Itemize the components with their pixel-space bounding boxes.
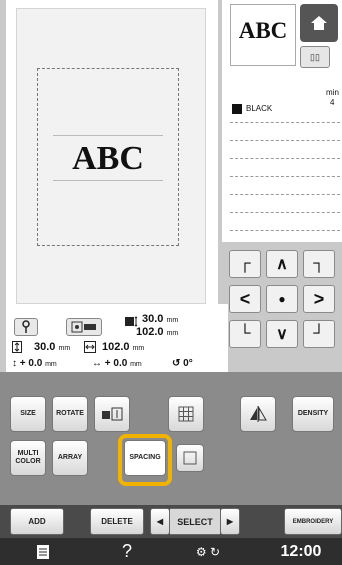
start-point-button[interactable] <box>66 318 102 336</box>
multi-color-button[interactable]: MULTI COLOR <box>10 440 46 476</box>
height-icon <box>12 340 22 353</box>
divider <box>230 230 340 231</box>
needle-button[interactable] <box>14 318 38 336</box>
width-icon <box>84 340 96 353</box>
button-label: ADD <box>28 517 46 526</box>
button-label: EMBROIDERY <box>292 518 334 525</box>
triangle-left-icon: ◀ <box>156 517 164 526</box>
vertical-offset: ↕ + 0.0 mm <box>12 358 57 369</box>
arrow-up-icon: ∧ <box>276 256 288 273</box>
rotation-angle-value: 0° <box>183 358 193 369</box>
move-up-left-button[interactable]: ┌ <box>229 250 261 278</box>
thread-color-name: BLACK <box>246 104 273 113</box>
time-label: min <box>326 88 339 97</box>
divider <box>230 176 340 177</box>
button-label: SIZE <box>20 410 36 417</box>
border-button[interactable] <box>94 396 130 432</box>
unit-label: mm <box>45 361 57 368</box>
add-button[interactable]: ADD <box>10 508 64 535</box>
move-down-button[interactable]: ∨ <box>266 320 298 348</box>
button-label: ARRAY <box>57 454 83 461</box>
vertical-offset-value: 0.0 <box>28 358 43 369</box>
array-button[interactable]: ARRAY <box>52 440 88 476</box>
flip-icon <box>250 406 267 422</box>
needle-icon <box>22 320 30 333</box>
manual-button[interactable] <box>28 538 58 565</box>
time-value: 4 <box>330 98 335 107</box>
center-button[interactable]: ● <box>266 285 298 313</box>
density-button[interactable]: DENSITY <box>292 396 334 432</box>
rotation-angle: ↺ 0° <box>172 357 193 371</box>
spacing-highlight <box>118 434 172 486</box>
select-next-button[interactable]: ▶ <box>220 508 240 535</box>
arrow-down-icon: ∨ <box>276 326 288 343</box>
delete-button[interactable]: DELETE <box>90 508 144 535</box>
pattern-width: 102.0 mm <box>136 325 178 341</box>
button-label: DELETE <box>101 517 133 526</box>
arrow-left-icon: < <box>239 288 251 309</box>
rotate-button[interactable]: ROTATE <box>52 396 88 432</box>
button-label: ROTATE <box>56 410 84 417</box>
hoop-icon: ▯▯ <box>310 52 320 62</box>
flip-button[interactable] <box>240 396 276 432</box>
help-icon: ? <box>121 541 132 561</box>
divider <box>230 140 340 141</box>
divider <box>230 212 340 213</box>
help-button[interactable]: ? <box>112 538 142 565</box>
unit-label: mm <box>58 345 71 352</box>
arrow-right-icon: > <box>313 288 325 309</box>
machine-settings-icon: ⚙ ↻ <box>195 544 221 559</box>
move-up-button[interactable]: ∧ <box>266 250 298 278</box>
home-button[interactable] <box>300 4 338 42</box>
frame-icon <box>183 451 197 465</box>
divider <box>230 122 340 123</box>
arrow-up-right-icon: ┐ <box>313 255 325 272</box>
move-left-button[interactable]: < <box>229 285 261 313</box>
move-right-button[interactable]: > <box>303 285 335 313</box>
size-height: 30.0 mm <box>34 340 70 356</box>
arrow-down-right-icon: ┘ <box>313 325 325 342</box>
frame-start-icon <box>71 321 96 333</box>
move-down-right-button[interactable]: ┘ <box>303 320 335 348</box>
select-previous-button[interactable]: ◀ <box>150 508 170 535</box>
settings-button[interactable]: ⚙ ↻ <box>184 538 232 565</box>
grid-icon <box>178 406 194 422</box>
arrow-down-left-icon: └ <box>239 325 251 342</box>
document-icon <box>37 544 49 559</box>
unit-label: mm <box>166 330 179 337</box>
size-height-value: 30.0 <box>34 341 56 353</box>
move-up-right-button[interactable]: ┐ <box>303 250 335 278</box>
horizontal-offset: ↔ + 0.0 mm <box>92 358 142 369</box>
home-icon <box>311 16 327 30</box>
size-width-value: 102.0 <box>102 341 130 353</box>
move-down-left-button[interactable]: └ <box>229 320 261 348</box>
divider <box>230 194 340 195</box>
frame-button[interactable] <box>176 444 204 472</box>
preview-text: ABC <box>238 18 288 43</box>
arrow-up-left-icon: ┌ <box>239 255 251 272</box>
hoop-button[interactable]: ▯▯ <box>300 46 330 68</box>
unit-label: mm <box>130 361 142 368</box>
clock: 12:00 <box>280 542 322 560</box>
mirror-grid-button[interactable] <box>168 396 204 432</box>
select-label: SELECT <box>170 508 220 535</box>
size-width: 102.0 mm <box>102 340 144 356</box>
unit-label: mm <box>166 317 179 324</box>
horizontal-offset-value: 0.0 <box>113 358 128 369</box>
button-label: MULTI COLOR <box>15 450 41 465</box>
embroidery-button[interactable]: EMBROIDERY <box>284 508 342 535</box>
pattern-width-value: 102.0 <box>136 326 164 338</box>
size-button[interactable]: SIZE <box>10 396 46 432</box>
pattern-height-value: 30.0 <box>142 313 164 325</box>
button-label: DENSITY <box>297 410 329 417</box>
border-icon <box>102 407 123 421</box>
pattern-text[interactable]: ABC <box>53 135 163 181</box>
triangle-right-icon: ▶ <box>226 517 234 526</box>
unit-label: mm <box>132 345 145 352</box>
color-swatch <box>232 104 242 114</box>
divider <box>230 158 340 159</box>
center-icon: ● <box>278 292 286 306</box>
rotate-icon: ↺ <box>172 358 181 369</box>
sewing-machine-screen: ABC ABC ▯▯ BLACK min 4 ┌ ∧ ┐ < ● > └ ∨ ┘… <box>0 0 342 565</box>
